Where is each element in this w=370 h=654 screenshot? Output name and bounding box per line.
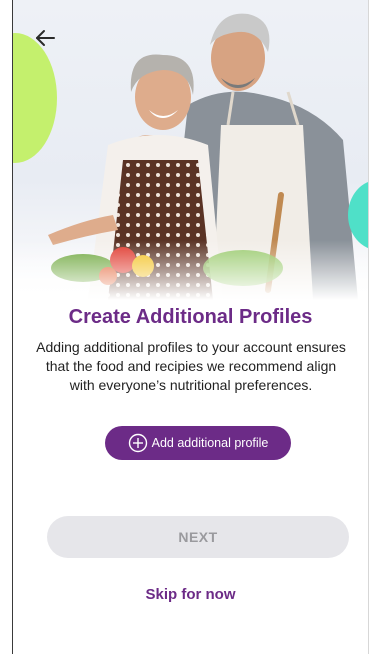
skip-link[interactable]: Skip for now [13, 586, 368, 603]
add-profile-label: Add additional profile [151, 436, 269, 450]
cooking-couple-illustration [13, 13, 368, 300]
page-description: Adding additional profiles to your accou… [36, 339, 346, 393]
back-button[interactable] [31, 24, 59, 52]
page-title: Create Additional Profiles [68, 306, 313, 328]
hero-image [13, 0, 368, 300]
screen: Create Additional Profiles Adding additi… [12, 0, 369, 654]
next-button[interactable]: NEXT [47, 516, 349, 558]
arrow-left-icon [36, 30, 55, 46]
plus-circle-icon [128, 433, 147, 453]
add-profile-button[interactable]: Add additional profile [105, 426, 291, 460]
